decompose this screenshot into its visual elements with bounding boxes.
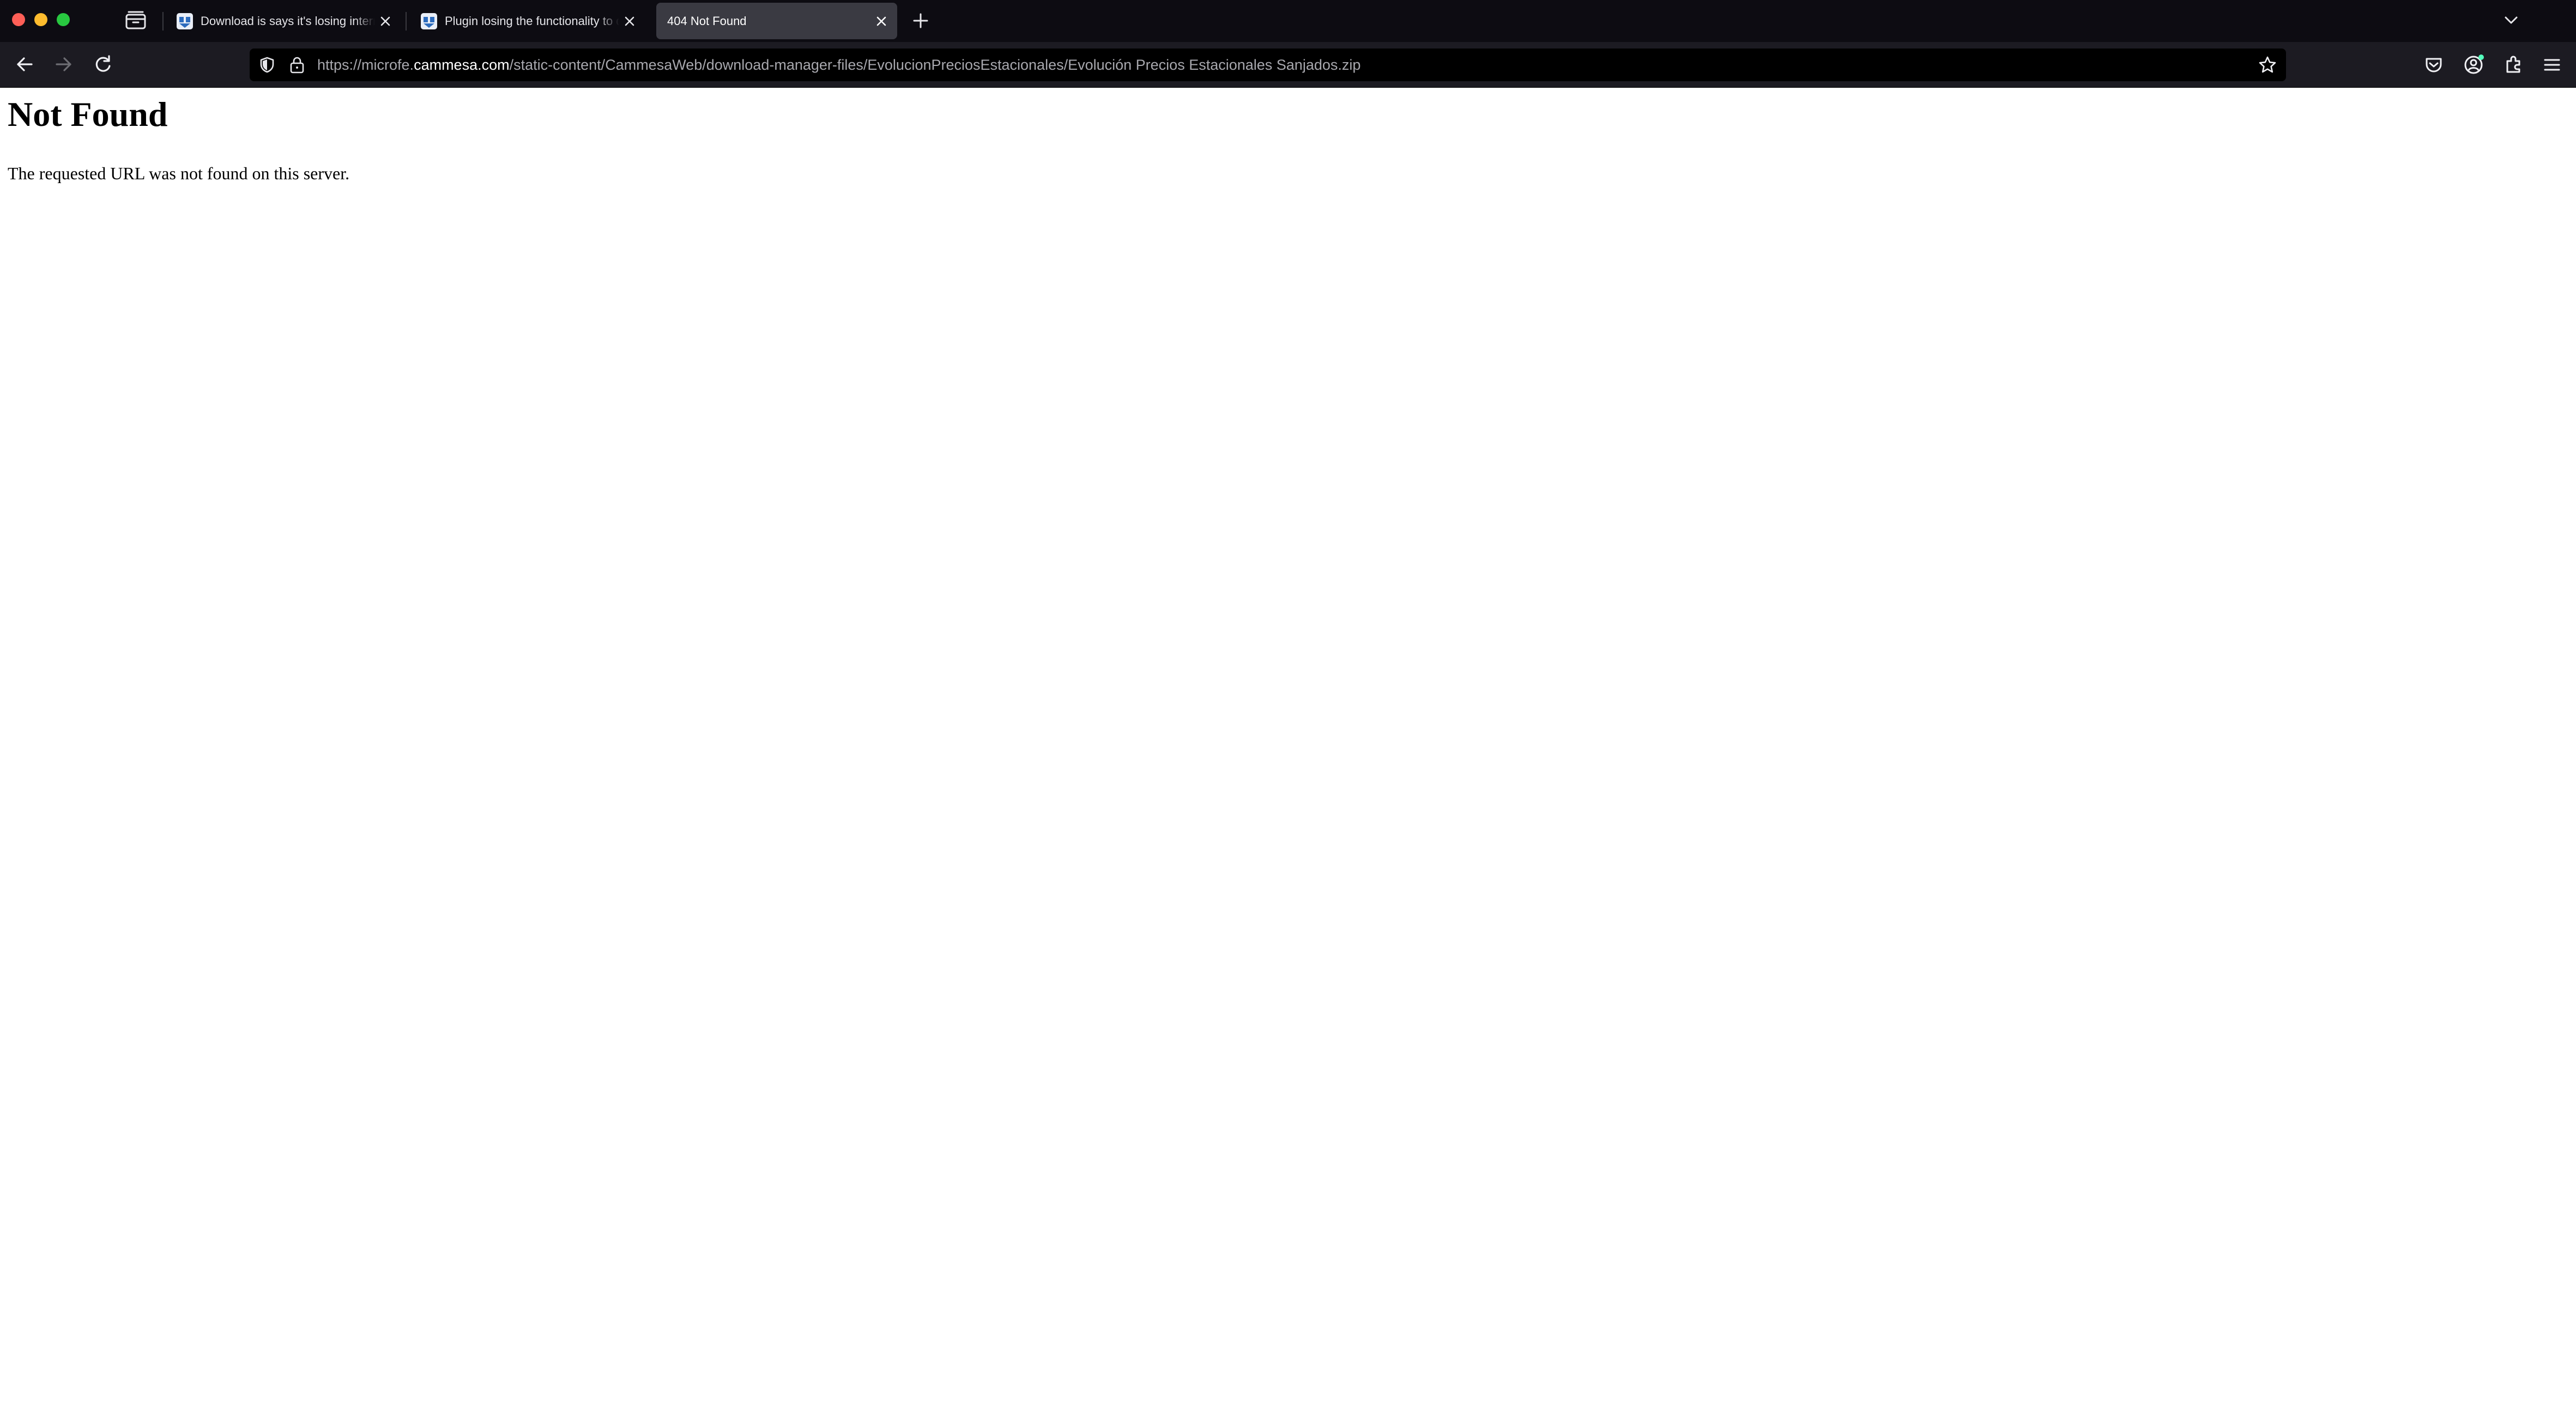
tab-separator — [162, 12, 164, 31]
new-tab-icon[interactable] — [911, 11, 930, 30]
forward-icon[interactable] — [52, 53, 75, 76]
tab-404-not-found[interactable]: 404 Not Found — [656, 3, 897, 39]
url-text[interactable]: https://microfe.cammesa.com/static-conte… — [317, 49, 1360, 81]
url-path: /static-content/CammesaWeb/download-mana… — [509, 57, 1361, 73]
page-title: Not Found — [8, 95, 168, 134]
window-minimize-button[interactable] — [34, 13, 47, 26]
star-icon[interactable] — [2258, 55, 2277, 75]
shield-favicon-icon — [177, 13, 193, 29]
pocket-icon[interactable] — [2423, 54, 2444, 75]
tab-title: Plugin losing the functionality to downl… — [445, 14, 619, 28]
tab-separator — [406, 12, 407, 31]
url-bar[interactable]: https://microfe.cammesa.com/static-conte… — [250, 49, 2286, 81]
extensions-icon[interactable] — [2503, 53, 2525, 75]
tab-plugin-losing-functionality[interactable]: Plugin losing the functionality to downl… — [410, 3, 645, 39]
tab-bar: Download is says it's losing internet co… — [0, 0, 2576, 42]
page-content: Not Found The requested URL was not foun… — [0, 88, 2576, 1418]
account-icon[interactable] — [2463, 53, 2486, 76]
menu-icon[interactable] — [2542, 55, 2562, 75]
error-message: The requested URL was not found on this … — [8, 163, 350, 183]
close-tab-icon[interactable] — [874, 14, 888, 28]
tab-download-losing-connection[interactable]: Download is says it's losing internet co… — [166, 3, 401, 39]
url-host: cammesa.com — [414, 57, 510, 73]
close-tab-icon[interactable] — [622, 14, 637, 28]
url-prefix: https://microfe. — [317, 57, 414, 73]
lock-icon[interactable] — [289, 56, 305, 74]
navigation-toolbar: https://microfe.cammesa.com/static-conte… — [0, 42, 2576, 88]
window-close-button[interactable] — [12, 13, 25, 26]
tabs-overview-icon[interactable] — [124, 10, 147, 31]
tab-title: Download is says it's losing internet co… — [201, 14, 375, 28]
tab-title: 404 Not Found — [667, 14, 747, 28]
window-zoom-button[interactable] — [57, 13, 70, 26]
shield-icon[interactable] — [258, 56, 276, 74]
shield-favicon-icon — [421, 13, 437, 29]
back-icon[interactable] — [13, 53, 36, 76]
close-tab-icon[interactable] — [378, 14, 392, 28]
reload-icon[interactable] — [92, 53, 114, 76]
list-all-tabs-icon[interactable] — [2503, 12, 2519, 28]
